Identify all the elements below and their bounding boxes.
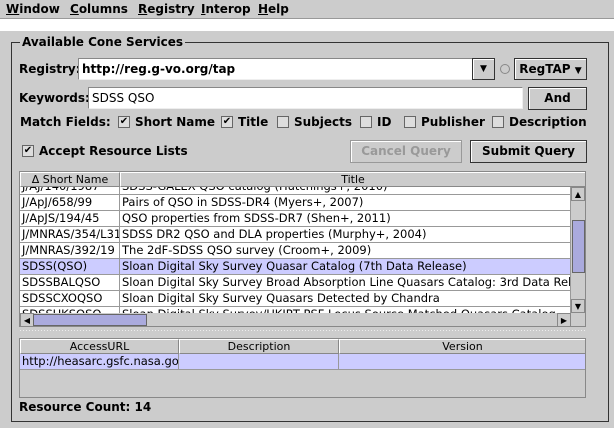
- match-publisher-checkbox[interactable]: Publisher: [404, 115, 485, 129]
- cell-short-name: J/ApJS/194/45: [20, 211, 120, 227]
- cell-short-name: J/MNRAS/354/L31: [22, 227, 120, 243]
- registry-dropdown-chevron-icon[interactable]: ▼: [472, 58, 495, 80]
- table-row[interactable]: J/MNRAS/392/19 The 2dF-SDSS QSO survey (C…: [20, 243, 571, 259]
- match-description-checkbox[interactable]: Description: [492, 115, 587, 129]
- scroll-right-icon[interactable]: ▶: [557, 313, 571, 326]
- registry-label: Registry:: [19, 62, 81, 76]
- checkbox-checked-icon: ✔: [118, 116, 130, 128]
- keywords-label: Keywords:: [19, 91, 90, 105]
- chevron-down-icon: ▼: [574, 66, 582, 76]
- menu-window[interactable]: Window: [6, 2, 60, 16]
- sort-ascending-icon: Δ: [31, 173, 40, 186]
- match-subjects-checkbox[interactable]: Subjects: [277, 115, 352, 129]
- menu-registry[interactable]: Registry: [138, 2, 195, 16]
- cell-short-name: J/ApJ/658/99: [20, 195, 120, 211]
- checkbox-icon: [404, 116, 416, 128]
- menu-columns[interactable]: Columns: [70, 2, 128, 16]
- cell-short-name: J/MNRAS/392/19: [20, 243, 120, 259]
- table-row[interactable]: J/AJ/140/1987SDSS-GALEX QSO catalog (Hut…: [20, 187, 571, 195]
- protocol-selector[interactable]: RegTAP ▼: [514, 58, 587, 80]
- cell-title: The 2dF-SDSS QSO survey (Croom+, 2009): [120, 243, 571, 259]
- checkbox-label: Title: [238, 115, 269, 129]
- match-id-checkbox[interactable]: ID: [360, 115, 391, 129]
- match-fields-label: Match Fields:: [20, 115, 111, 129]
- keywords-input[interactable]: SDSS QSO: [88, 87, 523, 109]
- vertical-scroll-thumb[interactable]: [572, 220, 585, 273]
- checkbox-label: Accept Resource Lists: [39, 144, 188, 158]
- checkbox-label: Subjects: [294, 115, 353, 129]
- horizontal-scrollbar[interactable]: ◀ ▶: [20, 313, 571, 326]
- column-header-title[interactable]: Title: [120, 172, 585, 187]
- cell-short-name: SDSS(QSO): [20, 259, 120, 275]
- cell-short-name: SDSSBALQSO: [20, 275, 120, 291]
- checkbox-icon: [277, 116, 289, 128]
- checkbox-icon: [492, 116, 504, 128]
- table-row[interactable]: SDSSBALQSO Sloan Digital Sky Survey Broad…: [20, 275, 571, 291]
- scroll-up-icon[interactable]: ▲: [571, 187, 585, 201]
- column-header-accessurl[interactable]: AccessURL: [20, 339, 179, 354]
- cell-title: SDSS DR2 QSO and DLA properties (Murphy+…: [120, 227, 571, 243]
- table-row[interactable]: J/ApJS/194/45 QSO properties from SDSS-DR…: [20, 211, 571, 227]
- checkbox-label: ID: [377, 115, 392, 129]
- resources-rows: J/AJ/140/1987SDSS-GALEX QSO catalog (Hut…: [20, 187, 571, 313]
- cell-version: [339, 354, 585, 370]
- cell-accessurl: http://heasarc.gsfc.nasa.gov/...: [22, 354, 179, 370]
- match-title-checkbox[interactable]: ✔ Title: [221, 115, 268, 129]
- column-header-description[interactable]: Description: [179, 339, 339, 354]
- cell-title: Pairs of QSO in SDSS-DR4 (Myers+, 2007): [120, 195, 571, 211]
- registry-combo[interactable]: http://reg.g-vo.org/tap: [78, 58, 473, 80]
- table-row[interactable]: SDSS(QSO) Sloan Digital Sky Survey Quasar…: [20, 259, 571, 275]
- cell-short-name: SDSSCXOQSO: [20, 291, 120, 307]
- checkbox-checked-icon: ✔: [221, 116, 233, 128]
- toolbar-strip: [0, 19, 614, 31]
- cell-title: QSO properties from SDSS-DR7 (Shen+, 201…: [120, 211, 571, 227]
- scroll-down-icon[interactable]: ▼: [571, 299, 585, 313]
- vertical-scrollbar[interactable]: ▲ ▼: [571, 187, 585, 313]
- menu-interop[interactable]: Interop: [201, 2, 251, 16]
- table-row[interactable]: J/MNRAS/354/L31 SDSS DR2 QSO and DLA prop…: [20, 227, 571, 243]
- menu-bar: Window Columns Registry Interop Help: [0, 0, 614, 19]
- split-pane-divider[interactable]: [19, 329, 586, 333]
- checkbox-checked-icon: ✔: [22, 145, 34, 157]
- checkbox-icon: [360, 116, 372, 128]
- table-row[interactable]: J/ApJ/658/99 Pairs of QSO in SDSS-DR4 (My…: [20, 195, 571, 211]
- cell-title: Sloan Digital Sky Survey Broad Absorptio…: [122, 275, 571, 291]
- table-row[interactable]: http://heasarc.gsfc.nasa.gov/...: [20, 354, 585, 370]
- match-short-name-checkbox[interactable]: ✔ Short Name: [118, 115, 215, 129]
- cell-description: [179, 354, 339, 370]
- cell-title: Sloan Digital Sky Survey Quasars Detecte…: [120, 291, 571, 307]
- scroll-left-icon[interactable]: ◀: [20, 313, 34, 326]
- checkbox-label: Short Name: [135, 115, 216, 129]
- checkbox-label: Description: [509, 115, 587, 129]
- accept-resource-lists-checkbox[interactable]: ✔ Accept Resource Lists: [22, 144, 188, 158]
- header-label: Short Name: [42, 173, 109, 186]
- checkbox-label: Publisher: [421, 115, 485, 129]
- capabilities-table: AccessURL Description Version http://hea…: [19, 338, 586, 398]
- status-indicator-icon: [500, 64, 510, 74]
- column-header-short-name[interactable]: Δ Short Name: [20, 172, 120, 187]
- cell-short-name: J/AJ/140/1987: [20, 187, 120, 195]
- horizontal-scroll-thumb[interactable]: [33, 314, 147, 326]
- protocol-label: RegTAP: [519, 62, 571, 76]
- panel-title: Available Cone Services: [20, 35, 186, 49]
- column-header-version[interactable]: Version: [339, 339, 585, 354]
- cell-title: SDSS-GALEX QSO catalog (Hutchings+, 2010…: [120, 187, 571, 195]
- cancel-query-button[interactable]: Cancel Query: [350, 140, 462, 163]
- submit-query-button[interactable]: Submit Query: [470, 140, 587, 163]
- resource-count-status: Resource Count: 14: [19, 400, 152, 414]
- menu-help[interactable]: Help: [258, 2, 289, 16]
- cell-title: Sloan Digital Sky Survey Quasar Catalog …: [120, 259, 571, 275]
- and-or-toggle-button[interactable]: And: [528, 87, 587, 110]
- table-row[interactable]: SDSSCXOQSO Sloan Digital Sky Survey Quasa…: [20, 291, 571, 307]
- resources-table: Δ Short Name Title J/AJ/140/1987SDSS-GAL…: [19, 171, 586, 327]
